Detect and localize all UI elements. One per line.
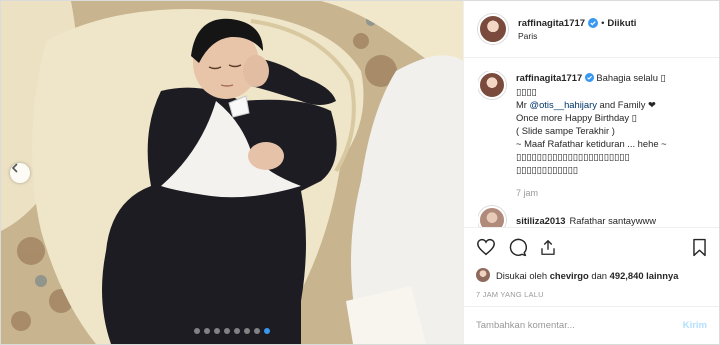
caption-line: Once more Happy Birthday ▯	[516, 112, 637, 123]
caption-line: Bahagia selalu ▯	[596, 72, 666, 83]
comment-text: Rafathar santaywww	[569, 214, 657, 226]
likes-prefix: Disukai oleh	[496, 269, 548, 281]
caption-avatar[interactable]	[478, 71, 506, 99]
chevron-left-icon	[11, 163, 18, 173]
like-button[interactable]	[476, 238, 496, 256]
follow-status-button[interactable]: Diikuti	[607, 18, 636, 29]
caption-line: Mr	[516, 99, 530, 110]
comment-button[interactable]	[508, 238, 527, 257]
slide-dot	[234, 328, 240, 334]
save-button[interactable]	[692, 238, 707, 257]
post-location[interactable]: Paris	[518, 31, 636, 41]
verified-badge-icon	[584, 72, 594, 85]
caption-line: and Family ❤	[596, 99, 656, 110]
post-timestamp[interactable]: 7 JAM YANG LALU	[476, 290, 707, 299]
commenter-avatar[interactable]	[478, 206, 506, 227]
caption-line: ▯▯▯▯▯▯▯▯▯▯▯▯	[516, 164, 578, 175]
slide-dot	[264, 328, 270, 334]
slide-dot	[194, 328, 200, 334]
caption: raffinagita1717 Bahagia selalu ▯ ▯▯▯▯ Mr…	[478, 71, 712, 176]
caption-username[interactable]: raffinagita1717	[516, 72, 582, 83]
caption-line: ~ Maaf Rafathar ketiduran ... hehe ~	[516, 138, 667, 149]
caption-line: ▯▯▯▯	[516, 86, 537, 97]
post-photo[interactable]	[1, 1, 463, 344]
caption-line: ( Slide sampe Terakhir )	[516, 125, 615, 136]
post-modal: raffinagita1717 • Diikuti Paris raffinag…	[0, 0, 720, 345]
commenter-username[interactable]: sitiliza2013	[516, 215, 566, 226]
slide-dot	[214, 328, 220, 334]
verified-badge-icon	[588, 18, 599, 28]
share-button[interactable]	[539, 238, 557, 257]
author-username[interactable]: raffinagita1717	[518, 18, 585, 29]
speech-bubble-icon	[509, 238, 527, 256]
post-actions: Disukai oleh chevirgo dan 492,840 lainny…	[464, 227, 719, 299]
post-comment-button[interactable]: Kirim	[683, 320, 707, 331]
photo-illustration	[1, 1, 463, 344]
mention-link[interactable]: @otis__hahijary	[530, 99, 597, 110]
likes-count[interactable]: 492,840 lainnya	[610, 270, 679, 281]
heart-icon	[477, 238, 495, 256]
likes-summary: Disukai oleh chevirgo dan 492,840 lainny…	[476, 268, 707, 282]
comment-input[interactable]	[476, 320, 683, 331]
separator-dot: •	[601, 17, 605, 29]
comment-item: sitiliza2013 Rafathar santaywww	[478, 206, 712, 227]
slide-dot	[244, 328, 250, 334]
slide-indicator	[1, 328, 463, 334]
likes-joiner: dan	[591, 269, 608, 281]
comments-list[interactable]: raffinagita1717 Bahagia selalu ▯ ▯▯▯▯ Mr…	[478, 71, 712, 227]
post-header: raffinagita1717 • Diikuti Paris	[464, 1, 719, 58]
caption-time[interactable]: 7 jam	[516, 188, 712, 198]
previous-slide-button[interactable]	[10, 163, 30, 183]
slide-dot	[204, 328, 210, 334]
post-side-panel: raffinagita1717 • Diikuti Paris raffinag…	[463, 1, 719, 344]
slide-dot	[254, 328, 260, 334]
caption-line: ▯▯▯▯▯▯▯▯▯▯▯▯▯▯▯▯▯▯▯▯▯▯	[516, 151, 630, 162]
add-comment-bar: Kirim	[464, 306, 719, 344]
share-icon	[541, 239, 555, 255]
bookmark-icon	[693, 238, 706, 256]
liker-username[interactable]: chevirgo	[550, 270, 589, 281]
slide-dot	[224, 328, 230, 334]
author-avatar[interactable]	[478, 14, 508, 44]
liker-avatar[interactable]	[476, 268, 490, 282]
